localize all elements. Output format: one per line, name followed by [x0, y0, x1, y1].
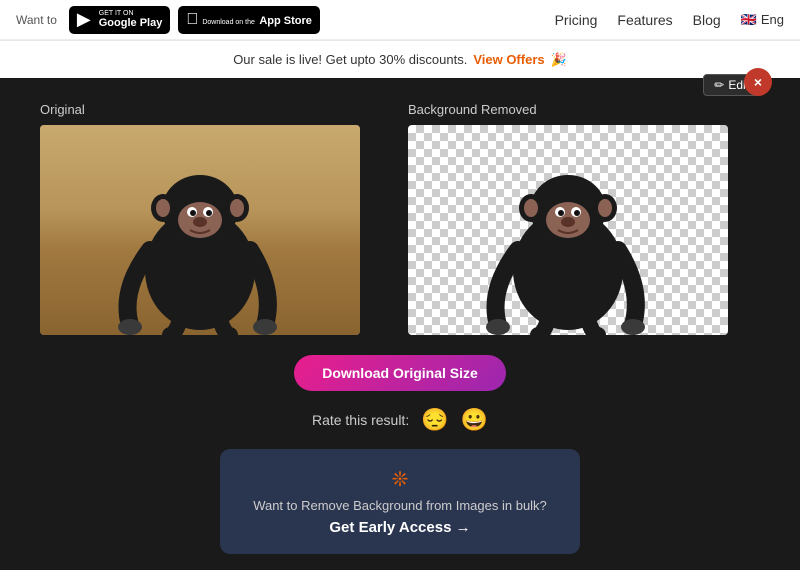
- sale-text: Our sale is live! Get upto 30% discounts…: [233, 52, 467, 67]
- language-selector[interactable]: 🇬🇧 Eng: [741, 12, 784, 28]
- early-access-button[interactable]: Get Early Access →: [244, 519, 556, 536]
- removed-panel: Background Removed ✏ Edit: [408, 102, 760, 335]
- rating-section: Rate this result: 😔 😀: [40, 407, 760, 433]
- original-panel: Original: [40, 102, 392, 335]
- download-section: Download Original Size: [40, 355, 760, 391]
- nav-left: Want to ▶ GET IT ON Google Play  Downlo…: [16, 6, 543, 34]
- google-play-text: GET IT ON Google Play: [99, 10, 163, 29]
- google-play-button[interactable]: ▶ GET IT ON Google Play: [69, 6, 170, 34]
- pencil-icon: ✏: [714, 78, 724, 92]
- sale-banner: Our sale is live! Get upto 30% discounts…: [0, 40, 800, 78]
- panels-container: Original: [40, 102, 760, 335]
- bulk-icon: ❊: [244, 467, 556, 492]
- original-image: [40, 125, 360, 335]
- close-button[interactable]: ×: [744, 68, 772, 96]
- happy-rating-button[interactable]: 😀: [461, 407, 488, 433]
- bulk-card: ❊ Want to Remove Background from Images …: [220, 449, 580, 554]
- nav-features[interactable]: Features: [617, 12, 672, 28]
- nav-blog[interactable]: Blog: [693, 12, 721, 28]
- bulk-title: Want to Remove Background from Images in…: [244, 498, 556, 513]
- removed-image: [408, 125, 728, 335]
- nav-links: Pricing Features Blog 🇬🇧 Eng: [555, 12, 784, 28]
- lang-label: Eng: [761, 12, 784, 27]
- top-nav: Want to ▶ GET IT ON Google Play  Downlo…: [0, 0, 800, 40]
- view-offers-link[interactable]: View Offers: [473, 52, 544, 67]
- apple-icon: : [186, 11, 198, 29]
- nav-pricing[interactable]: Pricing: [555, 12, 598, 28]
- rate-label: Rate this result:: [312, 412, 409, 428]
- flag-icon: 🇬🇧: [741, 12, 757, 28]
- google-play-icon: ▶: [77, 9, 91, 30]
- main-content: Original: [0, 78, 800, 570]
- app-store-text: Download on the App Store: [202, 11, 312, 29]
- original-label: Original: [40, 102, 392, 117]
- sale-emoji: 🎉: [551, 52, 567, 68]
- chimp-removed-svg: [468, 140, 668, 335]
- app-store-button[interactable]:  Download on the App Store: [178, 6, 320, 34]
- sad-rating-button[interactable]: 😔: [421, 407, 448, 433]
- want-text: Want to: [16, 13, 57, 27]
- download-button[interactable]: Download Original Size: [294, 355, 506, 391]
- removed-label: Background Removed: [408, 102, 760, 117]
- chimp-original-svg: [100, 140, 300, 335]
